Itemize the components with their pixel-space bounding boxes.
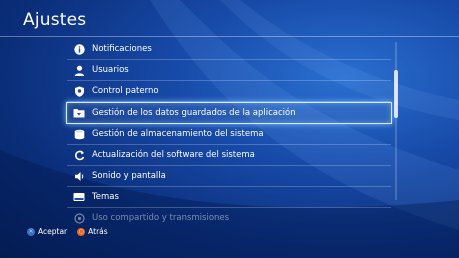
- back-hint[interactable]: ○ Atrás: [77, 227, 108, 236]
- scrollbar-thumb[interactable]: [394, 70, 398, 118]
- menu-item-temas[interactable]: Temas: [67, 187, 391, 208]
- menu-item-label: Temas: [92, 192, 119, 202]
- menu-item-label: Control paterno: [92, 86, 159, 96]
- user-icon: [70, 65, 88, 76]
- storage-icon: [70, 129, 88, 140]
- cross-button-icon: ✕: [27, 227, 35, 236]
- menu-item-label: Notificaciones: [92, 44, 152, 54]
- menu-item-usuarios[interactable]: Usuarios: [67, 60, 391, 81]
- menu-item-actualizacion-software[interactable]: Actualización del software del sistema: [67, 145, 391, 166]
- menu-item-control-paterno[interactable]: Control paterno: [67, 81, 391, 102]
- menu-item-gestion-almacenamiento[interactable]: Gestión de almacenamiento del sistema: [67, 124, 391, 145]
- menu-item-sonido-pantalla[interactable]: Sonido y pantalla: [67, 166, 391, 187]
- menu-item-gestion-datos-guardados[interactable]: Gestión de los datos guardados de la apl…: [66, 102, 392, 124]
- settings-menu: Notificaciones Usuarios Control paterno …: [66, 39, 392, 228]
- page-title: Ajustes: [23, 10, 87, 30]
- menu-item-label: Uso compartido y transmisiones: [92, 213, 230, 223]
- back-label: Atrás: [88, 227, 108, 236]
- share-icon: [70, 212, 88, 224]
- header-divider: [0, 36, 459, 37]
- accept-hint[interactable]: ✕ Aceptar: [27, 227, 67, 236]
- themes-icon: [70, 192, 88, 202]
- scrollbar-track[interactable]: [395, 42, 397, 200]
- menu-item-label: Actualización del software del sistema: [92, 150, 255, 160]
- menu-item-label: Usuarios: [92, 65, 129, 75]
- sound-icon: [70, 171, 88, 182]
- info-icon: [70, 43, 88, 55]
- menu-item-label: Sonido y pantalla: [92, 171, 166, 181]
- menu-item-label: Gestión de almacenamiento del sistema: [92, 129, 264, 139]
- circle-button-icon: ○: [77, 227, 86, 236]
- menu-item-label: Gestión de los datos guardados de la apl…: [92, 108, 296, 118]
- saved-data-folder-icon: [70, 108, 88, 118]
- update-icon: [70, 150, 88, 161]
- menu-item-notificaciones[interactable]: Notificaciones: [67, 39, 391, 60]
- accept-label: Aceptar: [38, 227, 68, 236]
- parental-control-icon: [70, 86, 88, 97]
- menu-item-uso-compartido[interactable]: Uso compartido y transmisiones: [67, 208, 391, 228]
- button-hints: ✕ Aceptar ○ Atrás: [27, 227, 108, 236]
